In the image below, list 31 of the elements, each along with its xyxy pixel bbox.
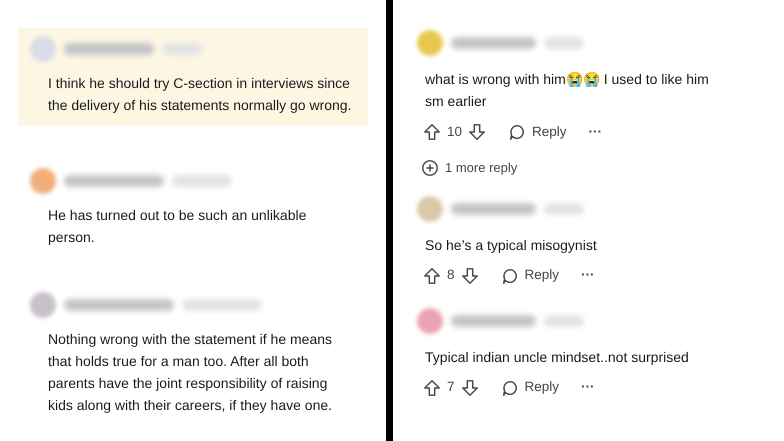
comment-text: what is wrong with him😭😭 I used to like him sm earlier — [425, 70, 710, 111]
upvote-icon[interactable] — [423, 123, 441, 141]
speech-bubble-icon[interactable] — [500, 266, 519, 284]
blurred-timestamp — [544, 37, 584, 49]
comment-text: So he’s a typical misogynist — [425, 236, 598, 255]
more-options-button[interactable]: ··· — [588, 122, 602, 142]
comment-text: Nothing wrong with the statement if he means that holds true for a man too. After all both parents have the joint responsibility of raising kids along with their careers, if they have one. — [48, 330, 334, 415]
more-options-button[interactable]: ··· — [581, 377, 595, 398]
speech-bubble-icon[interactable] — [500, 378, 519, 396]
more-replies-button[interactable]: 1 more reply — [421, 158, 518, 178]
downvote-icon[interactable] — [468, 123, 486, 141]
blurred-timestamp — [172, 175, 232, 187]
downvote-icon[interactable] — [460, 378, 479, 396]
comment-text: He has turned out to be such an unlikable person. — [48, 206, 308, 247]
reply-button[interactable]: Reply — [508, 122, 567, 142]
vote-count: 7 — [447, 378, 455, 396]
reply-button[interactable]: Reply — [500, 265, 560, 286]
upvote-icon[interactable] — [423, 266, 441, 284]
upvote-icon[interactable] — [423, 378, 441, 396]
vote-count: 10 — [447, 122, 462, 141]
reply-button[interactable]: Reply — [500, 377, 560, 398]
more-options-button[interactable]: ··· — [581, 265, 595, 286]
vote-count: 8 — [447, 266, 455, 284]
blurred-timestamp — [544, 202, 584, 214]
plus-circle-icon[interactable] — [421, 158, 439, 177]
speech-bubble-icon[interactable] — [508, 123, 526, 141]
blurred-timestamp — [544, 314, 584, 326]
downvote-icon[interactable] — [460, 266, 479, 284]
comment-text: Typical indian uncle mindset..not surprised — [425, 348, 690, 367]
blurred-timestamp — [162, 43, 202, 55]
comment-text: I think he should try C-section in interviews since the delivery of his statements normally go wrong. — [48, 74, 352, 115]
